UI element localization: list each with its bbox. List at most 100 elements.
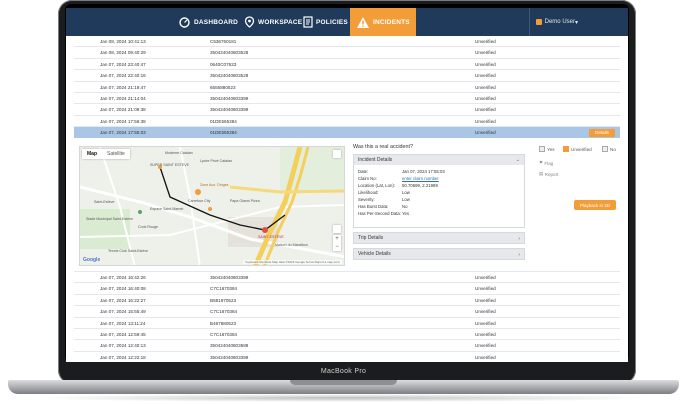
report-icon: ▤ [539,171,544,176]
row-date: Jan 07, 2024 16:42:26 [100,275,146,280]
nav-dashboard[interactable]: DASHBOARD [178,8,238,36]
table-row[interactable]: Jan 07, 2024 16:42:26 350424040803399 Unve… [74,272,620,284]
nav-policies[interactable]: POLICIES [303,8,348,36]
table-row[interactable]: Jan 08, 2024 10:41:13 C536760181 Unverifie… [74,36,620,48]
map-label: SUPER SAINT ESTEVE [150,163,190,167]
table-row[interactable]: Jan 07, 2024 21:09:38 350424040803399 Unve… [74,104,620,116]
fullscreen-icon[interactable] [333,150,341,158]
incident-details-accordion: Incident Details ⌄ Date: Jan 07, 2024 17:… [353,154,525,228]
option-no-label: No [610,146,616,152]
incident-details-title: Incident Details [358,157,393,163]
checkbox-yes[interactable] [539,146,545,152]
row-claim: 350424040803528 [210,73,249,79]
nav-policies-label: POLICIES [316,18,348,26]
incident-table-top: Jan 08, 2024 10:41:13 C536760181 Unverifie… [74,36,620,139]
row-status: Unverified [475,84,496,90]
table-row[interactable]: Jan 07, 2024 15:55:49 C7C1670384 Unverifie… [74,306,620,318]
row-status: Unverified [475,320,496,326]
table-row-selected[interactable]: Jan 07, 2024 17:55:03 01DE565384 Unverifie… [74,127,620,139]
row-date: Jan 07, 2024 22:40:16 [100,73,146,79]
flag-label: Flag [544,160,554,166]
table-row[interactable]: Jan 07, 2024 12:59:45 C7C1670384 Unverifie… [74,329,620,341]
field-value: Yes [402,211,410,216]
checkbox-unverified[interactable] [563,146,569,152]
row-date: Jan 07, 2024 17:56:38 [100,118,146,124]
field-label: Has Per-Second Data: [358,211,401,216]
nav-incidents[interactable]: INCIDENTS [350,8,416,36]
row-date: Jan 07, 2024 21:19:47 [100,84,146,90]
table-row[interactable]: Jan 07, 2024 13:11:24 B467880523 Unverifie… [74,318,620,329]
row-status: Unverified [475,286,496,292]
trip-details-accordion[interactable]: Trip Details › [353,232,525,244]
row-claim: 350424040803399 [210,275,249,280]
street-view-icon[interactable] [333,225,341,233]
tab-map[interactable]: Map [82,149,102,159]
table-row[interactable]: Jan 07, 2024 23:40:47 0640C07623 Unverifie… [74,59,620,71]
table-row[interactable]: Jan 07, 2024 21:19:47 6555880523 Unverifie… [74,82,620,93]
row-date: Jan 07, 2024 17:55:03 [100,130,146,136]
table-row[interactable]: Jan 07, 2024 16:22:27 B581970523 Unverifie… [74,295,620,307]
table-row[interactable]: Jan 07, 2024 12:22:18 350424040803399 Unve… [74,352,620,362]
option-yes-label: Yes [547,146,555,152]
checkbox-no[interactable] [602,146,608,152]
row-claim: B581970523 [210,297,237,303]
row-date: Jan 07, 2024 21:14:04 [100,95,146,101]
table-row[interactable]: Jan 07, 2024 12:40:13 350424040803588 Unve… [74,340,620,352]
table-row[interactable]: Jan 07, 2024 22:40:16 350424040803528 Unve… [74,70,620,82]
map-label: Maison du Marathon [275,243,308,247]
map-label: Stade Municipal Saint-Estève [86,217,133,221]
warning-icon [357,16,369,28]
laptop-notch [290,380,397,385]
table-row[interactable]: Jan 07, 2024 16:40:08 C7C1670384 Unverifie… [74,283,620,295]
zoom-out-icon[interactable]: − [333,243,341,251]
map-label: Espace Saint-Mamet [150,207,184,211]
row-date: Jan 07, 2024 16:22:27 [100,297,146,303]
row-date: Jan 07, 2024 23:40:47 [100,61,146,67]
table-row[interactable]: Jan 07, 2024 21:14:04 350424040803399 Unve… [74,93,620,105]
option-yes[interactable]: Yes [539,146,555,152]
row-status: Unverified [475,39,496,44]
option-unverified[interactable]: Unverified [563,146,592,152]
row-status: Unverified [475,297,496,303]
policies-icon [303,16,313,28]
flag-button[interactable]: ⚑ Flag [539,160,553,166]
tab-satellite[interactable]: Satellite [102,149,130,159]
user-name: Demo User [544,19,575,25]
row-date: Jan 07, 2024 21:09:38 [100,107,146,113]
report-label: Report [544,171,559,177]
incident-table-bottom: Jan 07, 2024 16:42:26 350424040803399 Unve… [74,272,620,362]
details-button[interactable]: Details [589,128,615,137]
laptop-shadow [30,394,657,402]
row-claim: 350424040803399 [210,95,249,101]
row-status: Unverified [475,309,496,315]
field-value: Jan 07, 2024 17:55:03 [402,169,445,174]
zoom-control[interactable]: + − [333,235,341,251]
table-row[interactable]: Jan 07, 2024 17:56:38 01DE565384 Unverifie… [74,116,620,128]
chevron-right-icon: › [518,236,520,242]
nav-dashboard-label: DASHBOARD [194,18,239,26]
incident-map[interactable]: Map Satellite + − SUPER SAINT ESTEVE Mode… [79,146,345,266]
report-button[interactable]: ▤ Report [539,171,558,177]
incident-details-header[interactable]: Incident Details ⌄ [354,155,524,165]
zoom-in-icon[interactable]: + [333,235,341,243]
table-row[interactable]: Jan 08, 2024 09:40:29 350424040803528 Unve… [74,47,620,59]
user-menu[interactable]: Demo User ▾ [528,8,578,36]
option-no[interactable]: No [602,146,616,152]
row-date: Jan 07, 2024 15:55:49 [100,309,146,315]
row-claim: 350424040803528 [210,50,249,56]
row-status: Unverified [475,118,496,124]
row-date: Jan 07, 2024 12:22:18 [100,354,146,360]
row-claim: 0640C07623 [210,61,237,67]
field-value: 50.70699, 2.21989 [402,183,438,188]
claim-number-link[interactable]: enter claim number [402,176,439,181]
vehicle-details-accordion[interactable]: Vehicle Details › [353,248,525,260]
nav-workspace-label: WORKSPACE [258,18,303,26]
row-date: Jan 08, 2024 09:40:29 [100,50,146,56]
map-attribution: Keyboard shortcuts Map data ©2024 Google… [243,260,342,264]
map-label: Lycée Privé Catalan [200,159,233,163]
trip-details-title: Trip Details [358,235,384,241]
playback-3d-button[interactable]: Playback in 3D [574,200,616,210]
map-type-tabs: Map Satellite [82,149,130,159]
nav-workspace[interactable]: WORKSPACE [244,8,302,36]
field-value: Low [402,190,410,195]
